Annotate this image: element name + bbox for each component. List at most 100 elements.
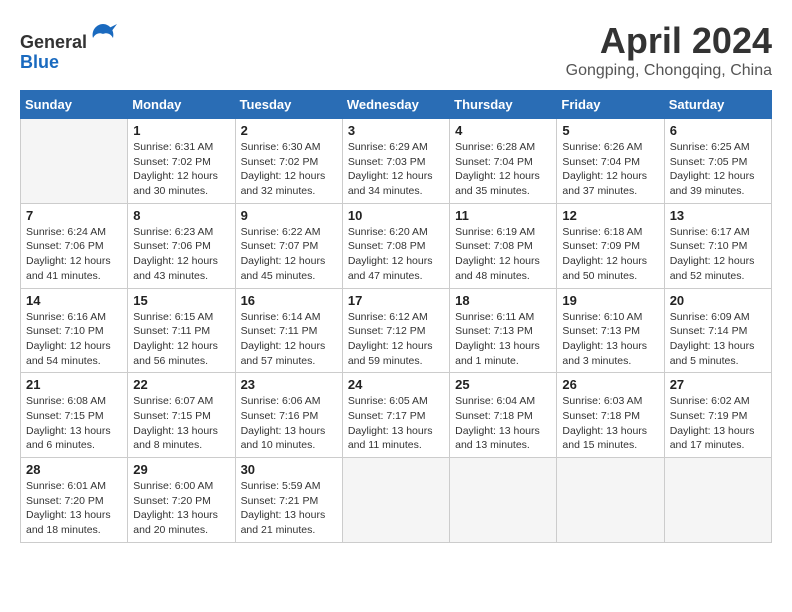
day-info: Sunrise: 6:25 AMSunset: 7:05 PMDaylight:…	[670, 140, 766, 199]
calendar-cell: 11 Sunrise: 6:19 AMSunset: 7:08 PMDayligh…	[450, 203, 557, 288]
calendar-cell: 28 Sunrise: 6:01 AMSunset: 7:20 PMDayligh…	[21, 458, 128, 543]
calendar-cell: 9 Sunrise: 6:22 AMSunset: 7:07 PMDaylight…	[235, 203, 342, 288]
day-number: 27	[670, 377, 766, 392]
page-header: General Blue April 2024 Gongping, Chongq…	[20, 20, 772, 80]
day-number: 2	[241, 123, 337, 138]
day-number: 12	[562, 208, 658, 223]
calendar-week-row: 28 Sunrise: 6:01 AMSunset: 7:20 PMDayligh…	[21, 458, 772, 543]
calendar-cell: 3Sunrise: 6:29 AMSunset: 7:03 PMDaylight…	[342, 119, 449, 204]
calendar-cell: 25 Sunrise: 6:04 AMSunset: 7:18 PMDayligh…	[450, 373, 557, 458]
calendar-cell: 29 Sunrise: 6:00 AMSunset: 7:20 PMDayligh…	[128, 458, 235, 543]
day-info: Sunrise: 6:12 AMSunset: 7:12 PMDaylight:…	[348, 310, 444, 369]
calendar-header-row: SundayMondayTuesdayWednesdayThursdayFrid…	[21, 91, 772, 119]
day-number: 10	[348, 208, 444, 223]
day-info: Sunrise: 6:00 AMSunset: 7:20 PMDaylight:…	[133, 479, 229, 538]
day-info: Sunrise: 6:28 AMSunset: 7:04 PMDaylight:…	[455, 140, 551, 199]
day-number: 9	[241, 208, 337, 223]
calendar-cell: 5 Sunrise: 6:26 AMSunset: 7:04 PMDaylight…	[557, 119, 664, 204]
calendar-cell: 7 Sunrise: 6:24 AMSunset: 7:06 PMDaylight…	[21, 203, 128, 288]
calendar-cell: 2Sunrise: 6:30 AMSunset: 7:02 PMDaylight…	[235, 119, 342, 204]
calendar-cell: 22 Sunrise: 6:07 AMSunset: 7:15 PMDayligh…	[128, 373, 235, 458]
day-info: Sunrise: 6:31 AMSunset: 7:02 PMDaylight:…	[133, 140, 229, 199]
calendar-cell: 20Sunrise: 6:09 AMSunset: 7:14 PMDayligh…	[664, 288, 771, 373]
day-number: 22	[133, 377, 229, 392]
day-info: Sunrise: 6:04 AMSunset: 7:18 PMDaylight:…	[455, 394, 551, 453]
logo: General Blue	[20, 20, 117, 73]
weekday-header-friday: Friday	[557, 91, 664, 119]
day-number: 25	[455, 377, 551, 392]
calendar-cell: 17 Sunrise: 6:12 AMSunset: 7:12 PMDayligh…	[342, 288, 449, 373]
day-number: 8	[133, 208, 229, 223]
day-info: Sunrise: 6:14 AMSunset: 7:11 PMDaylight:…	[241, 310, 337, 369]
logo-blue: Blue	[20, 52, 59, 72]
weekday-header-thursday: Thursday	[450, 91, 557, 119]
calendar-cell: 19Sunrise: 6:10 AMSunset: 7:13 PMDayligh…	[557, 288, 664, 373]
day-number: 6	[670, 123, 766, 138]
calendar-cell: 14 Sunrise: 6:16 AMSunset: 7:10 PMDayligh…	[21, 288, 128, 373]
day-info: Sunrise: 6:20 AMSunset: 7:08 PMDaylight:…	[348, 225, 444, 284]
calendar-cell	[342, 458, 449, 543]
calendar-cell: 10 Sunrise: 6:20 AMSunset: 7:08 PMDayligh…	[342, 203, 449, 288]
day-number: 5	[562, 123, 658, 138]
calendar-cell: 27 Sunrise: 6:02 AMSunset: 7:19 PMDayligh…	[664, 373, 771, 458]
day-info: Sunrise: 6:02 AMSunset: 7:19 PMDaylight:…	[670, 394, 766, 453]
day-info: Sunrise: 6:17 AMSunset: 7:10 PMDaylight:…	[670, 225, 766, 284]
day-number: 30	[241, 462, 337, 477]
calendar-cell: 24Sunrise: 6:05 AMSunset: 7:17 PMDayligh…	[342, 373, 449, 458]
logo-text: General Blue	[20, 20, 117, 73]
weekday-header-monday: Monday	[128, 91, 235, 119]
day-number: 7	[26, 208, 122, 223]
day-info: Sunrise: 6:03 AMSunset: 7:18 PMDaylight:…	[562, 394, 658, 453]
calendar-cell: 15 Sunrise: 6:15 AMSunset: 7:11 PMDayligh…	[128, 288, 235, 373]
day-info: Sunrise: 6:08 AMSunset: 7:15 PMDaylight:…	[26, 394, 122, 453]
day-number: 18	[455, 293, 551, 308]
calendar-cell: 1 Sunrise: 6:31 AMSunset: 7:02 PMDaylight…	[128, 119, 235, 204]
day-number: 16	[241, 293, 337, 308]
day-number: 29	[133, 462, 229, 477]
calendar-week-row: 7 Sunrise: 6:24 AMSunset: 7:06 PMDaylight…	[21, 203, 772, 288]
calendar-cell: 23Sunrise: 6:06 AMSunset: 7:16 PMDayligh…	[235, 373, 342, 458]
day-info: Sunrise: 6:01 AMSunset: 7:20 PMDaylight:…	[26, 479, 122, 538]
day-number: 11	[455, 208, 551, 223]
calendar-cell	[450, 458, 557, 543]
month-title: April 2024	[566, 20, 772, 62]
calendar-week-row: 21 Sunrise: 6:08 AMSunset: 7:15 PMDayligh…	[21, 373, 772, 458]
weekday-header-sunday: Sunday	[21, 91, 128, 119]
calendar-cell: 12 Sunrise: 6:18 AMSunset: 7:09 PMDayligh…	[557, 203, 664, 288]
day-number: 26	[562, 377, 658, 392]
day-number: 28	[26, 462, 122, 477]
day-number: 13	[670, 208, 766, 223]
day-info: Sunrise: 6:16 AMSunset: 7:10 PMDaylight:…	[26, 310, 122, 369]
day-info: Sunrise: 6:22 AMSunset: 7:07 PMDaylight:…	[241, 225, 337, 284]
day-info: Sunrise: 6:09 AMSunset: 7:14 PMDaylight:…	[670, 310, 766, 369]
day-number: 19	[562, 293, 658, 308]
calendar-cell: 18 Sunrise: 6:11 AMSunset: 7:13 PMDayligh…	[450, 288, 557, 373]
calendar-cell	[664, 458, 771, 543]
location-subtitle: Gongping, Chongqing, China	[566, 62, 772, 80]
day-info: Sunrise: 6:24 AMSunset: 7:06 PMDaylight:…	[26, 225, 122, 284]
day-info: Sunrise: 6:19 AMSunset: 7:08 PMDaylight:…	[455, 225, 551, 284]
day-number: 23	[241, 377, 337, 392]
day-info: Sunrise: 6:07 AMSunset: 7:15 PMDaylight:…	[133, 394, 229, 453]
day-number: 4	[455, 123, 551, 138]
day-info: Sunrise: 6:29 AMSunset: 7:03 PMDaylight:…	[348, 140, 444, 199]
day-info: Sunrise: 6:26 AMSunset: 7:04 PMDaylight:…	[562, 140, 658, 199]
day-number: 1	[133, 123, 229, 138]
logo-bird-icon	[89, 20, 117, 48]
day-number: 21	[26, 377, 122, 392]
day-info: Sunrise: 5:59 AMSunset: 7:21 PMDaylight:…	[241, 479, 337, 538]
day-number: 17	[348, 293, 444, 308]
day-number: 15	[133, 293, 229, 308]
calendar-cell: 26 Sunrise: 6:03 AMSunset: 7:18 PMDayligh…	[557, 373, 664, 458]
logo-general: General	[20, 32, 87, 52]
weekday-header-wednesday: Wednesday	[342, 91, 449, 119]
day-number: 14	[26, 293, 122, 308]
calendar-table: SundayMondayTuesdayWednesdayThursdayFrid…	[20, 90, 772, 543]
calendar-cell: 4 Sunrise: 6:28 AMSunset: 7:04 PMDaylight…	[450, 119, 557, 204]
day-info: Sunrise: 6:15 AMSunset: 7:11 PMDaylight:…	[133, 310, 229, 369]
title-block: April 2024 Gongping, Chongqing, China	[566, 20, 772, 80]
day-info: Sunrise: 6:11 AMSunset: 7:13 PMDaylight:…	[455, 310, 551, 369]
calendar-cell	[557, 458, 664, 543]
calendar-cell	[21, 119, 128, 204]
day-info: Sunrise: 6:18 AMSunset: 7:09 PMDaylight:…	[562, 225, 658, 284]
